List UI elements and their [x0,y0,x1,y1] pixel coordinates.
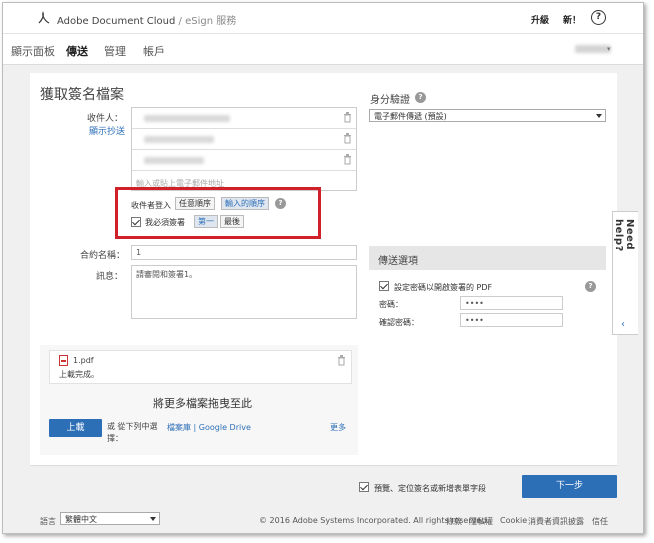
chevron-down-icon [150,517,156,521]
footer-link-privacy[interactable]: 隱私權 [469,516,493,527]
footer-link-consumer[interactable]: 消費者資訊披露 [528,516,584,527]
chevron-down-icon[interactable]: ▾ [607,45,611,53]
show-cc-link[interactable]: 顯示抄送 [63,124,125,137]
footer-link-trust[interactable]: 信任 [592,516,608,527]
drop-zone-text: 將更多檔案拖曳至此 [153,397,252,410]
top-bar: Adobe Document Cloud / eSign 服務 升級 新！ ? [3,3,643,33]
chevron-left-icon[interactable]: ‹ [621,319,625,330]
main-nav: 顯示面板 傳送 管理 帳戶 [3,33,643,69]
brand-title: Adobe Document Cloud / eSign 服務 [57,16,237,27]
language-value: 繁體中文 [65,515,97,524]
tab-manage[interactable]: 管理 [104,43,126,59]
language-label: 語言 [40,517,56,526]
footer-link-terms[interactable]: 條款 [446,516,462,527]
need-help-label[interactable]: Need help? [613,219,635,279]
tab-send[interactable]: 傳送 [66,43,88,69]
message-label: 訊息： [95,272,123,282]
upload-button[interactable]: 上載 [49,419,102,437]
file-name: 1.pdf [73,356,94,365]
tab-account[interactable]: 帳戶 [143,43,165,59]
password-input[interactable]: •••• [460,296,563,310]
footer-link-cookie[interactable]: Cookie [500,516,527,525]
sign-last-option[interactable]: 最後 [220,215,244,228]
preview-checkbox[interactable] [359,482,369,492]
or-select-label: 或 從下列中選擇： [107,422,158,443]
more-link[interactable]: 更多 [330,422,346,433]
upgrade-link[interactable]: 升級 [531,13,549,26]
help-question-icon[interactable]: ? [415,92,426,103]
auth-method-value: 電子郵件傳遞 (預設) [374,112,447,121]
auth-method-select[interactable]: 電子郵件傳遞 (預設) [369,109,606,122]
recipient-row[interactable] [132,129,356,150]
help-question-icon[interactable]: ? [275,198,286,209]
chevron-down-icon [596,114,602,118]
recipient-row[interactable] [132,108,356,129]
recipients-label: 收件人： [86,114,123,124]
trash-icon[interactable] [343,133,352,144]
sign-first-option[interactable]: 第一 [194,215,218,228]
divider [30,465,617,466]
order-any-option[interactable]: 任意順序 [175,197,215,210]
new-features-link[interactable]: 新！ [563,13,581,26]
adobe-logo-icon [38,11,50,24]
recipient-email [144,157,204,164]
next-button[interactable]: 下一步 [522,475,617,498]
language-select[interactable]: 繁體中文 [60,512,160,525]
must-sign-checkbox[interactable] [131,217,141,227]
recipient-email [144,115,230,122]
upload-status: 上載完成。 [59,370,99,379]
send-options-title: 傳送選項 [369,246,606,270]
help-icon[interactable]: ? [591,10,606,25]
highlight-annotation [115,187,321,239]
auth-label: 身分驗證 [370,95,410,106]
protect-pdf-checkbox[interactable] [379,281,389,291]
recipient-row[interactable] [132,150,356,171]
library-link[interactable]: 檔案庫 | Google Drive [167,422,251,433]
message-textarea[interactable]: 請審閱和簽署1。 [131,265,357,319]
tab-dashboard[interactable]: 顯示面板 [11,43,55,59]
pdf-file-icon [59,355,68,366]
page-title: 獲取簽名檔案 [40,87,124,103]
password-label: 密碼： [379,300,403,309]
signing-order-label: 收件者登入 [131,201,171,210]
app-window: Adobe Document Cloud / eSign 服務 升級 新！ ? … [2,2,644,534]
preview-label: 預覽、定位簽名或新增表單字段 [374,484,486,493]
trash-icon[interactable] [337,355,346,366]
account-menu[interactable] [575,45,611,53]
confirm-password-label: 確認密碼： [379,318,419,327]
order-entered-option[interactable]: 輸入的順序 [221,197,269,210]
protect-pdf-label: 設定密碼以開啟簽署的 PDF [394,283,493,292]
agreement-name-input[interactable]: 1 [131,245,357,260]
agreement-name-label: 合約名稱： [79,251,125,261]
must-sign-label: 我必須簽署 [145,218,185,227]
recipients-list: 輸入或貼上電子郵件地址 [131,107,357,191]
trash-icon[interactable] [343,112,352,123]
confirm-password-input[interactable]: •••• [460,313,563,327]
help-question-icon[interactable]: ? [585,281,596,292]
recipient-email [144,136,214,143]
trash-icon[interactable] [343,154,352,165]
